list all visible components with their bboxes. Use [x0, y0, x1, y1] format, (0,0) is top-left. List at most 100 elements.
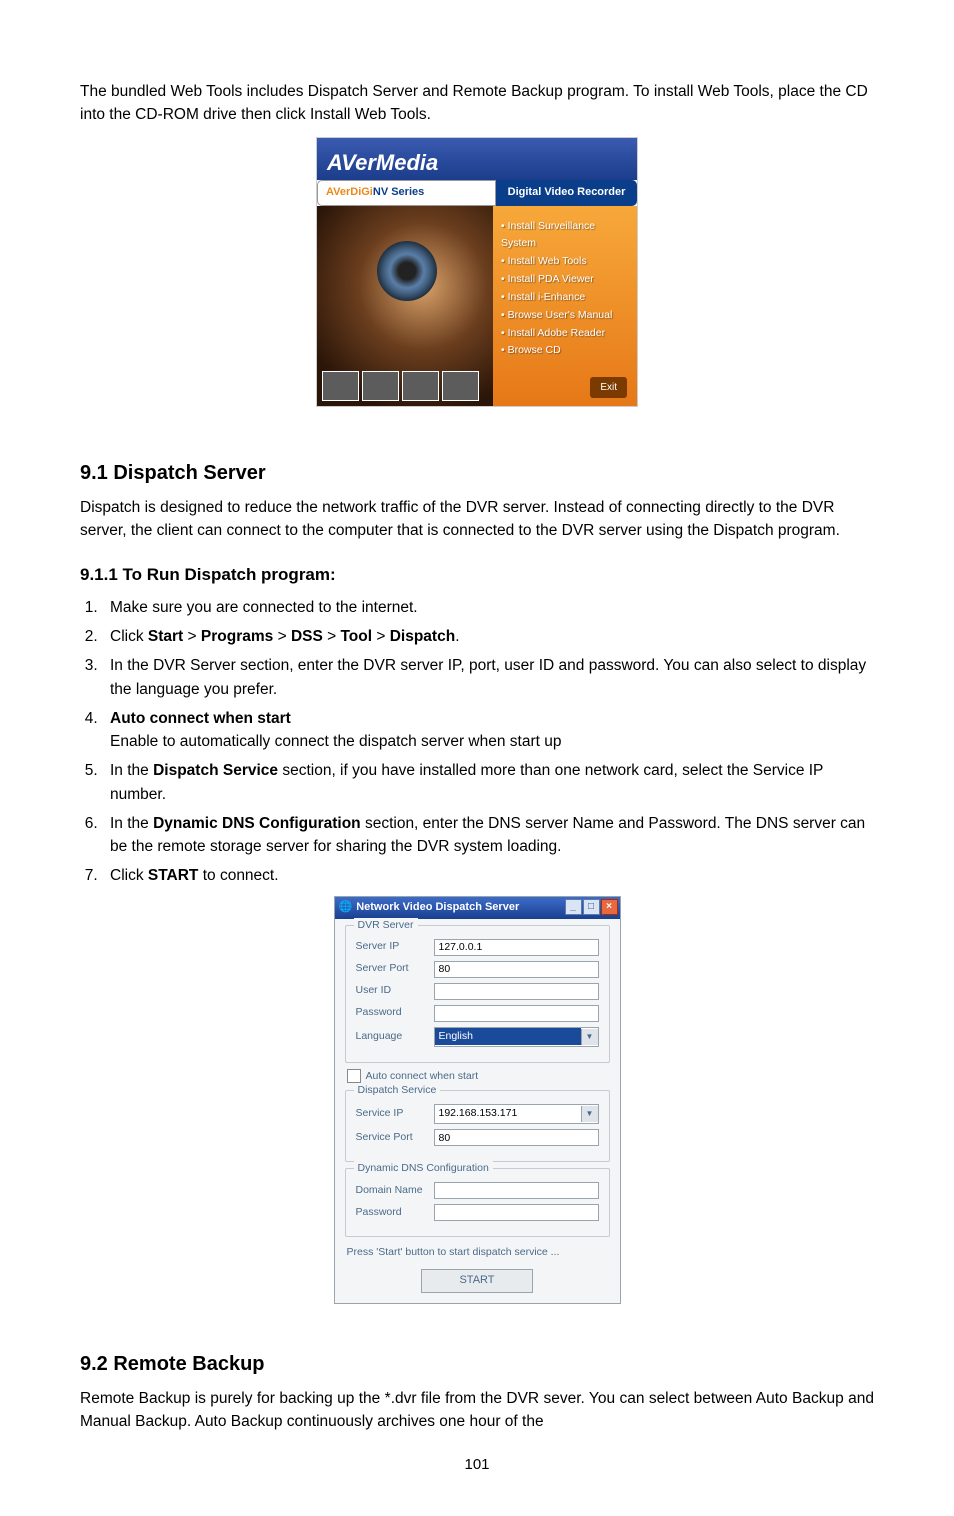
- section-9-1-title: 9.1 Dispatch Server: [80, 458, 874, 488]
- auto-connect-checkbox[interactable]: [347, 1069, 361, 1083]
- dns-password-input[interactable]: [434, 1204, 599, 1221]
- language-label: Language: [356, 1029, 434, 1045]
- installer-menu: • Install Surveillance System • Install …: [493, 206, 637, 406]
- dns-password-label: Password: [356, 1205, 434, 1221]
- minimize-icon[interactable]: _: [565, 899, 582, 915]
- installer-body: • Install Surveillance System • Install …: [317, 206, 637, 406]
- steps-list: Make sure you are connected to the inter…: [80, 596, 874, 888]
- step-5: In the Dispatch Service section, if you …: [102, 759, 874, 806]
- globe-icon: 🌐: [339, 899, 353, 916]
- avermedia-logo: AVerMedia: [327, 146, 438, 179]
- dns-config-group: Dynamic DNS Configuration Domain Name Pa…: [345, 1168, 610, 1237]
- user-id-input[interactable]: [434, 983, 599, 1000]
- maximize-icon[interactable]: □: [583, 899, 600, 915]
- step-1: Make sure you are connected to the inter…: [102, 596, 874, 619]
- domain-name-label: Domain Name: [356, 1183, 434, 1199]
- thumbnail: [442, 371, 479, 401]
- dialog-titlebar: 🌐 Network Video Dispatch Server _ □ ×: [335, 897, 620, 919]
- menu-item[interactable]: • Install Web Tools: [501, 253, 629, 271]
- installer-window: AVerMedia AVerDiGi NV Series Digital Vid…: [316, 137, 638, 407]
- service-ip-select[interactable]: 192.168.153.171 ▼: [434, 1104, 599, 1124]
- dvr-server-group: DVR Server Server IP Server Port User ID: [345, 925, 610, 1063]
- installer-subbar: AVerDiGi NV Series Digital Video Recorde…: [317, 180, 637, 206]
- menu-item[interactable]: • Browse CD: [501, 342, 629, 360]
- menu-item[interactable]: • Install Surveillance System: [501, 218, 629, 254]
- dvr-server-legend: DVR Server: [354, 918, 418, 934]
- server-ip-input[interactable]: [434, 939, 599, 956]
- server-port-label: Server Port: [356, 961, 434, 977]
- menu-item[interactable]: • Install Adobe Reader: [501, 325, 629, 343]
- step-3-text: In the DVR Server section, enter the DVR…: [110, 657, 866, 697]
- installer-header: AVerMedia: [317, 138, 637, 180]
- chevron-down-icon: ▼: [581, 1106, 598, 1122]
- section-9-2-title: 9.2 Remote Backup: [80, 1349, 874, 1379]
- domain-name-input[interactable]: [434, 1182, 599, 1199]
- page-number: 101: [80, 1454, 874, 1477]
- subbar-brand: AVerDiGi: [326, 184, 373, 201]
- step-2-dss: DSS: [291, 628, 323, 645]
- service-port-label: Service Port: [356, 1130, 434, 1146]
- step-5-bold: Dispatch Service: [153, 762, 278, 779]
- dispatch-service-legend: Dispatch Service: [354, 1083, 441, 1099]
- step-7-post: to connect.: [198, 867, 278, 884]
- subbar-series: NV Series: [373, 184, 424, 201]
- thumbnail: [322, 371, 359, 401]
- step-6-pre: In the: [110, 815, 153, 832]
- server-port-input[interactable]: [434, 961, 599, 978]
- service-ip-label: Service IP: [356, 1106, 434, 1122]
- intro-paragraph: The bundled Web Tools includes Dispatch …: [80, 80, 874, 127]
- step-7-pre: Click: [110, 867, 148, 884]
- language-value: English: [435, 1028, 581, 1046]
- chevron-down-icon: ▼: [581, 1029, 598, 1045]
- password-input[interactable]: [434, 1005, 599, 1022]
- subbar-left: AVerDiGi NV Series: [317, 180, 496, 206]
- intro-text-1: The bundled Web Tools includes Dispatch …: [80, 83, 868, 123]
- dns-config-legend: Dynamic DNS Configuration: [354, 1161, 493, 1177]
- intro-text-end: .: [427, 106, 431, 123]
- thumbnail: [402, 371, 439, 401]
- eye-iris: [377, 241, 437, 301]
- service-ip-value: 192.168.153.171: [435, 1105, 581, 1123]
- service-port-input[interactable]: [434, 1129, 599, 1146]
- close-icon[interactable]: ×: [601, 899, 618, 915]
- server-ip-label: Server IP: [356, 939, 434, 955]
- subbar-right: Digital Video Recorder: [496, 180, 637, 206]
- step-7: Click START to connect.: [102, 864, 874, 887]
- section-9-1-para: Dispatch is designed to reduce the netwo…: [80, 496, 874, 543]
- menu-item[interactable]: • Install PDA Viewer: [501, 271, 629, 289]
- dispatch-service-group: Dispatch Service Service IP 192.168.153.…: [345, 1090, 610, 1162]
- subsection-9-1-1-title: 9.1.1 To Run Dispatch program:: [80, 562, 874, 588]
- step-2-programs: Programs: [201, 628, 273, 645]
- user-id-label: User ID: [356, 983, 434, 999]
- menu-item[interactable]: • Install i-Enhance: [501, 289, 629, 307]
- step-6: In the Dynamic DNS Configuration section…: [102, 812, 874, 859]
- dialog-title: Network Video Dispatch Server: [356, 899, 519, 916]
- step-2-start: Start: [148, 628, 183, 645]
- status-text: Press 'Start' button to start dispatch s…: [347, 1245, 610, 1261]
- step-7-bold: START: [148, 867, 199, 884]
- step-3: In the DVR Server section, enter the DVR…: [102, 654, 874, 701]
- dispatch-dialog: 🌐 Network Video Dispatch Server _ □ × DV…: [334, 896, 621, 1305]
- auto-connect-row[interactable]: Auto connect when start: [347, 1069, 610, 1085]
- step-2: Click Start > Programs > DSS > Tool > Di…: [102, 625, 874, 648]
- thumbnail: [362, 371, 399, 401]
- exit-button[interactable]: Exit: [590, 377, 627, 398]
- step-4-label: Auto connect when start: [110, 710, 291, 727]
- step-5-pre: In the: [110, 762, 153, 779]
- step-1-text: Make sure you are connected to the inter…: [110, 599, 418, 616]
- step-6-bold: Dynamic DNS Configuration: [153, 815, 361, 832]
- section-9-2-para: Remote Backup is purely for backing up t…: [80, 1387, 874, 1434]
- eye-graphic: [317, 206, 493, 406]
- dialog-screenshot: 🌐 Network Video Dispatch Server _ □ × DV…: [80, 896, 874, 1305]
- step-2-dispatch: Dispatch: [390, 628, 455, 645]
- dialog-body: DVR Server Server IP Server Port User ID: [335, 919, 620, 1304]
- window-controls: _ □ ×: [565, 899, 618, 915]
- menu-item[interactable]: • Browse User's Manual: [501, 307, 629, 325]
- installer-screenshot: AVerMedia AVerDiGi NV Series Digital Vid…: [80, 137, 874, 413]
- start-button[interactable]: START: [421, 1269, 533, 1293]
- intro-link-text: Install Web Tools: [310, 106, 427, 123]
- step-2-tool: Tool: [340, 628, 372, 645]
- step-4-desc: Enable to automatically connect the disp…: [110, 733, 561, 750]
- page-content: The bundled Web Tools includes Dispatch …: [0, 0, 954, 1516]
- language-select[interactable]: English ▼: [434, 1027, 599, 1047]
